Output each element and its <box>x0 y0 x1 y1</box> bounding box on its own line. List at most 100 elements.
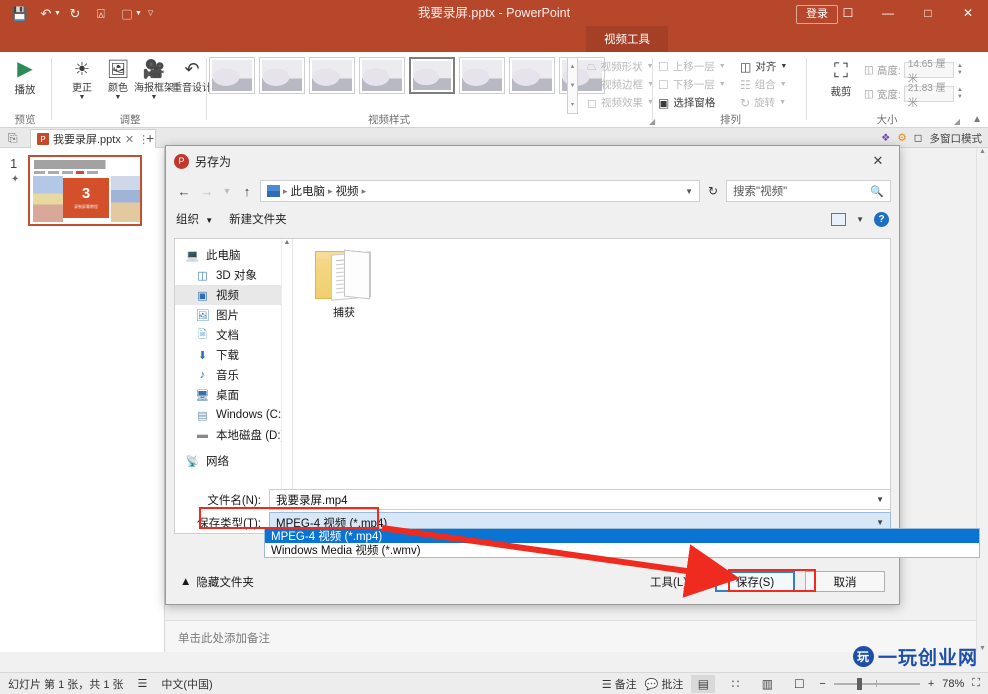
canvas-vertical-scrollbar[interactable]: ▲ ▼ <box>976 148 988 652</box>
tab-list-icon[interactable]: ⎘ <box>8 131 18 146</box>
video-style-thumb[interactable] <box>509 57 555 94</box>
video-style-thumb[interactable] <box>259 57 305 94</box>
group-button[interactable]: ☷ 组合 ▼ <box>740 77 787 92</box>
bring-forward-button[interactable]: ☐ 上移一层 ▼ <box>658 59 726 74</box>
nav-item-desktop[interactable]: 🖥 桌面 <box>175 385 292 405</box>
scroll-up-icon[interactable]: ▲ <box>284 239 291 246</box>
slide-thumbnail-pane[interactable]: 1 ✦ 3 录制屏幕教程 <box>0 148 165 652</box>
back-icon[interactable]: ← <box>174 184 194 199</box>
close-tab-icon[interactable]: ✕ <box>125 133 134 146</box>
fit-to-window-button[interactable]: ⛶ <box>972 677 980 690</box>
video-style-thumb[interactable] <box>309 57 355 94</box>
ribbon-display-options-icon[interactable]: ☐ <box>828 0 868 26</box>
breadcrumb-item-videos[interactable]: 视频 <box>336 183 359 199</box>
send-backward-button[interactable]: ☐ 下移一层 ▼ <box>658 77 726 92</box>
video-style-thumb[interactable] <box>359 57 405 94</box>
comments-button[interactable]: 💬 批注 <box>645 676 684 692</box>
tools-button[interactable]: 工具(L) ▼ <box>650 574 699 590</box>
crop-button[interactable]: ⛶ 裁剪 <box>818 54 864 99</box>
slideshow-view-button[interactable]: ☐ <box>787 675 811 693</box>
breadcrumb-item-this-pc[interactable]: 此电脑 <box>291 183 326 199</box>
video-style-thumb[interactable] <box>209 57 255 94</box>
multiwindow-label[interactable]: 多窗口模式 <box>930 131 983 146</box>
nav-item-this-pc[interactable]: 💻 此电脑 <box>175 245 292 265</box>
filename-input[interactable]: 我要录屏.mp4 ▼ <box>269 489 891 510</box>
video-style-thumb[interactable] <box>459 57 505 94</box>
video-styles-gallery[interactable] <box>209 57 605 94</box>
zoom-slider[interactable] <box>833 677 920 691</box>
rotate-button[interactable]: ↻ 旋转 ▼ <box>740 95 786 110</box>
scroll-down-icon[interactable]: ▼ <box>979 645 986 652</box>
notes-button[interactable]: ☰ 备注 <box>602 676 637 692</box>
breadcrumb[interactable]: ▸ 此电脑 ▸ 视频 ▸ ▼ <box>260 180 700 202</box>
align-button[interactable]: ◫ 对齐 ▼ <box>740 59 787 74</box>
nav-item-videos[interactable]: ▣ 视频 <box>175 285 292 305</box>
selection-pane-button[interactable]: ▣ 选择窗格 <box>658 95 715 110</box>
scroll-up-icon[interactable]: ▲ <box>979 148 986 155</box>
width-spinner[interactable]: ▲ ▼ <box>957 87 963 101</box>
nav-item-local-disk-d[interactable]: ▬ 本地磁盘 (D:) <box>175 425 292 445</box>
shape-height-field[interactable]: ◫ 高度: 14.65 厘米 ▲ ▼ <box>864 59 963 85</box>
filetype-dropdown-list[interactable]: MPEG-4 视频 (*.mp4) Windows Media 视频 (*.wm… <box>264 528 980 558</box>
gallery-more-icon[interactable]: ▾ <box>571 95 574 113</box>
nav-item-3d-objects[interactable]: ◫ 3D 对象 <box>175 265 292 285</box>
hide-folders-button[interactable]: ▲ 隐藏文件夹 <box>180 574 254 590</box>
save-button[interactable]: 保存(S) <box>715 571 795 592</box>
gallery-scroll[interactable]: ▲ ▼ ▾ <box>567 57 578 114</box>
shape-width-field[interactable]: ◫ 宽度: 21.83 厘米 ▲ ▼ <box>864 83 963 109</box>
new-tab-icon[interactable]: + <box>146 130 154 146</box>
nav-item-documents[interactable]: 🗎 文档 <box>175 325 292 345</box>
nav-item-music[interactable]: ♪ 音乐 <box>175 365 292 385</box>
help-icon[interactable]: ? <box>874 211 889 227</box>
close-icon[interactable]: ✕ <box>948 0 988 26</box>
play-button[interactable]: ▶ 播放 <box>2 52 48 97</box>
height-spinner[interactable]: ▲ ▼ <box>957 63 963 77</box>
multiwindow-icon[interactable]: ◻ <box>914 132 923 144</box>
up-icon[interactable]: ↑ <box>237 184 257 199</box>
nav-item-network[interactable]: 📡 网络 <box>175 451 292 471</box>
language-label[interactable]: 中文(中国) <box>161 676 212 692</box>
file-list-item[interactable]: 捕获 <box>305 249 383 320</box>
view-dropdown-icon[interactable]: ▼ <box>856 215 864 224</box>
slide-sorter-view-button[interactable]: ∷ <box>723 675 747 693</box>
dialog-close-icon[interactable]: ✕ <box>861 150 895 172</box>
video-shape-button[interactable]: ⏢ 视频形状 ▼ <box>587 59 654 74</box>
video-style-thumb-selected[interactable] <box>409 57 455 94</box>
pin-icon[interactable]: ❖ <box>881 132 890 144</box>
refresh-icon[interactable]: ↻ <box>703 184 723 198</box>
collapse-ribbon-icon[interactable]: ▲ <box>972 114 982 125</box>
view-layout-icon[interactable] <box>831 212 847 226</box>
recent-locations-icon[interactable]: ▼ <box>220 186 234 196</box>
slide-thumbnail-1[interactable]: 3 录制屏幕教程 <box>28 155 142 226</box>
filetype-option-mp4[interactable]: MPEG-4 视频 (*.mp4) <box>265 529 979 543</box>
width-value[interactable]: 21.83 厘米 <box>903 83 954 109</box>
cancel-button[interactable]: 取消 <box>805 571 885 592</box>
gear-icon[interactable]: ⚙ <box>897 132 906 144</box>
maximize-icon[interactable]: □ <box>908 0 948 26</box>
forward-icon[interactable]: → <box>197 184 217 199</box>
zoom-level-label[interactable]: 78% <box>942 678 964 690</box>
video-effects-button[interactable]: ◻ 视频效果 ▼ <box>587 95 654 110</box>
zoom-in-button[interactable]: + <box>928 678 934 690</box>
organize-button[interactable]: 组织 ▼ <box>176 211 213 227</box>
normal-view-button[interactable]: ▤ <box>691 674 716 693</box>
chevron-down-icon[interactable]: ▼ <box>876 518 884 527</box>
document-tab[interactable]: P 我要录屏.pptx ✕ ⋮ <box>30 129 157 148</box>
breadcrumb-dropdown-icon[interactable]: ▼ <box>685 187 693 196</box>
nav-item-pictures[interactable]: 🖼 图片 <box>175 305 292 325</box>
search-input[interactable]: 搜索"视频" 🔍 <box>726 180 891 202</box>
nav-item-windows-c[interactable]: ▤ Windows (C:) <box>175 405 292 425</box>
video-border-button[interactable]: ✎ 视频边框 ▼ <box>587 77 654 92</box>
slide-count-label[interactable]: 幻灯片 第 1 张，共 1 张 <box>8 676 124 692</box>
zoom-out-button[interactable]: − <box>819 678 825 690</box>
chevron-down-icon[interactable]: ▼ <box>876 495 884 504</box>
minimize-icon[interactable]: — <box>868 0 908 26</box>
zoom-slider-handle[interactable] <box>856 677 862 690</box>
height-value[interactable]: 14.65 厘米 <box>903 59 954 85</box>
nav-item-downloads[interactable]: ⬇ 下载 <box>175 345 292 365</box>
size-dialog-launcher[interactable]: ◢ <box>954 117 960 126</box>
new-folder-button[interactable]: 新建文件夹 <box>229 211 287 227</box>
gallery-scroll-down-icon[interactable]: ▼ <box>570 77 576 95</box>
gallery-scroll-up-icon[interactable]: ▲ <box>570 58 576 76</box>
filetype-option-wmv[interactable]: Windows Media 视频 (*.wmv) <box>265 543 979 557</box>
